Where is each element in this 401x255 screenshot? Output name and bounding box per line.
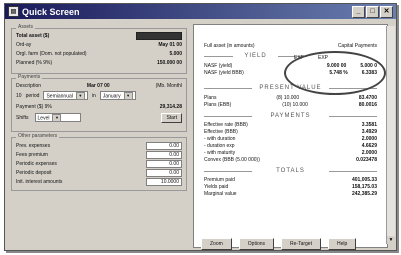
period-select[interactable]: Semiannual ▼ xyxy=(43,91,88,100)
shifts-select-value: Level xyxy=(37,115,50,122)
row-value: 150.000 00 xyxy=(156,59,182,66)
period-label: period xyxy=(25,92,40,99)
row-label: Periodic expenses xyxy=(16,160,57,167)
pv-row-mid: (8) 10.000 xyxy=(276,95,300,101)
other-params-group: Other parameters Prev. expenses 0.00 Fees… xyxy=(11,133,187,191)
row-label: Orgl. farm (Dom. not populated) xyxy=(16,50,87,57)
pay-row-label: Convex (BBB (5.00 000)) xyxy=(204,157,260,163)
yield-section-title: YIELD xyxy=(204,53,307,59)
total-row-label: Marginal value xyxy=(204,191,237,197)
param-field[interactable]: 0.00 xyxy=(146,141,182,150)
total-row-value: 158,175.03 xyxy=(351,184,377,190)
assets-group-label: Assets xyxy=(16,24,36,30)
total-asset-field[interactable] xyxy=(136,31,182,40)
total-asset-label: Total asset ($) xyxy=(16,32,50,39)
row-label: Prev. expenses xyxy=(16,142,51,149)
month-select[interactable]: January ▼ xyxy=(99,91,136,100)
param-field[interactable]: 0.00 xyxy=(146,168,182,177)
results-header-left: Full asset (in amounts) xyxy=(204,43,255,49)
zoom-button[interactable]: Zoom xyxy=(201,238,232,250)
shifts-label: Shifts xyxy=(16,114,29,121)
assets-group: Assets Total asset ($) Ord-ay May 01 00 O… xyxy=(11,24,187,74)
param-field[interactable]: 0.00 xyxy=(146,159,182,168)
start-button[interactable]: Start xyxy=(161,112,182,123)
window-title: Quick Screen xyxy=(22,6,80,17)
highlight-ellipse xyxy=(284,51,386,95)
month-select-value: January xyxy=(102,93,121,100)
yield-row-label: NASF (yield) xyxy=(204,63,233,69)
row-value: Mar 07 00 xyxy=(86,82,110,89)
pv-row-mid: (10) 10.000 xyxy=(282,102,308,108)
pv-row-value: 80.0016 xyxy=(358,102,377,108)
chevron-down-icon: ▼ xyxy=(52,114,62,122)
pay-row-value: 3.4929 xyxy=(361,129,377,135)
app-icon: ▤ xyxy=(8,6,19,17)
pay-row-value: 2.0000 xyxy=(361,150,377,156)
pay-row-label: Effective (BBB) xyxy=(204,129,238,135)
total-row-label: Premium paid xyxy=(204,177,235,183)
period-select-value: Semiannual xyxy=(46,93,73,100)
row-label: Periodic deposit xyxy=(16,169,52,176)
shifts-select[interactable]: Level ▼ xyxy=(34,113,81,122)
row-value: May 01 00 xyxy=(158,41,182,48)
pay-row-label: - with maturity xyxy=(204,150,236,156)
title-bar: ▤ Quick Screen _ □ ✕ xyxy=(5,4,396,19)
options-button[interactable]: Options xyxy=(238,238,275,250)
pv-row-label: Plans xyxy=(204,95,217,101)
quick-screen-window: ▤ Quick Screen _ □ ✕ Assets Total asset … xyxy=(4,3,397,251)
other-params-label: Other parameters xyxy=(16,133,60,139)
total-row-value: 401,005.33 xyxy=(351,177,377,183)
row-label: Planned (% 9%) xyxy=(16,59,53,66)
row-extra: (Mb. Monthl xyxy=(155,82,182,89)
row-label: Description xyxy=(16,82,42,89)
retarget-button[interactable]: Re-Target xyxy=(281,238,321,250)
maximize-icon[interactable]: □ xyxy=(366,6,379,18)
payments-group-label: Payments xyxy=(16,74,43,80)
totals-section-title: TOTALS xyxy=(204,168,377,174)
input-panel: Assets Total asset ($) Ord-ay May 01 00 O… xyxy=(9,24,189,246)
row-label: Payment ($) 9% xyxy=(16,103,52,110)
scroll-down-icon[interactable]: ▼ xyxy=(387,236,395,244)
help-button[interactable]: Help xyxy=(327,238,357,250)
chevron-down-icon: ▼ xyxy=(75,92,85,100)
total-row-value: 242,385.29 xyxy=(351,191,377,197)
row-label: Init. interest amounts xyxy=(16,178,63,185)
pay-row-value: 3.3581 xyxy=(361,122,377,128)
in-label: in xyxy=(91,92,96,99)
vertical-scrollbar[interactable]: ▼ xyxy=(386,26,395,244)
row-value: 29,314.28 xyxy=(159,103,182,110)
pay-row-value: 4.6629 xyxy=(361,143,377,149)
pv-row-value: 83.4700 xyxy=(358,95,377,101)
total-row-label: Yields paid xyxy=(204,184,229,190)
pay-row-value: 2.0000 xyxy=(361,136,377,142)
row-label: Fees premium xyxy=(16,151,48,158)
row-label: Ord-ay xyxy=(16,41,32,48)
close-icon[interactable]: ✕ xyxy=(380,6,393,18)
chevron-down-icon: ▼ xyxy=(123,92,133,100)
pay-row-label: Effective rate (BBB) xyxy=(204,122,248,128)
pv-row-label: Plans (EBB) xyxy=(204,102,232,108)
period-prefix: 10 xyxy=(16,92,22,99)
pay-row-value: 0.023478 xyxy=(356,157,377,163)
row-value: 5.000 xyxy=(169,50,182,57)
param-field[interactable]: 0.00 xyxy=(146,150,182,159)
payments-group: Payments Description Mar 07 00 (Mb. Monthl… xyxy=(11,74,187,132)
param-field[interactable]: 10.0000 xyxy=(146,177,182,186)
bottom-button-bar: Zoom Options Re-Target Help xyxy=(201,238,357,250)
minimize-icon[interactable]: _ xyxy=(352,6,365,18)
payments-section-title: PAYMENTS xyxy=(204,113,377,119)
pay-row-label: - with duration xyxy=(204,136,236,142)
pay-row-label: - duration exp xyxy=(204,143,235,149)
results-header-right: Capital Payments xyxy=(337,43,377,49)
yield-row-label: NASF (yield BBB) xyxy=(204,70,244,76)
